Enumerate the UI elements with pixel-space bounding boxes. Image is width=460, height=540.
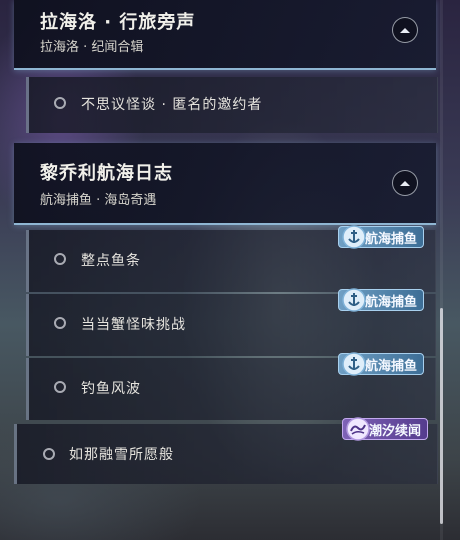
quest-label: 不思议怪谈 · 匿名的邀约者: [81, 97, 263, 113]
quest-tag-tide: 潮汐续闻: [342, 417, 429, 441]
group-subtitle: 航海捕鱼 · 海岛奇遇: [40, 193, 157, 208]
chevron-up-icon: [400, 181, 410, 186]
group-title: 黎乔利航海日志: [40, 163, 173, 184]
quest-tag-fishing: 航海捕鱼: [338, 225, 425, 249]
group-title: 拉海洛 · 行旅旁声: [40, 12, 196, 33]
quest-tag-fishing: 航海捕鱼: [338, 352, 425, 376]
wave-icon: [346, 417, 370, 441]
tag-label: 潮汐续闻: [369, 423, 422, 439]
radio-circle-icon[interactable]: [54, 253, 66, 265]
radio-circle-icon[interactable]: [54, 381, 66, 393]
quest-group-header-lahailuo[interactable]: 拉海洛 · 行旅旁声 拉海洛 · 纪闻合辑: [14, 0, 436, 70]
quest-label: 整点鱼条: [81, 253, 141, 269]
chevron-up-icon: [400, 28, 410, 33]
quest-tag-fishing: 航海捕鱼: [338, 288, 425, 312]
quest-label: 如那融雪所愿般: [69, 447, 174, 463]
collapse-button[interactable]: [392, 17, 418, 43]
quest-group-header-lizhaoli[interactable]: 黎乔利航海日志 航海捕鱼 · 海岛奇遇: [14, 143, 436, 225]
radio-circle-icon[interactable]: [54, 317, 66, 329]
group-subtitle: 拉海洛 · 纪闻合辑: [40, 40, 144, 55]
collapse-button[interactable]: [392, 170, 418, 196]
radio-circle-icon[interactable]: [54, 97, 66, 109]
quest-label: 钓鱼风波: [81, 381, 141, 397]
tag-label: 航海捕鱼: [365, 358, 418, 374]
quest-label: 当当蟹怪味挑战: [81, 317, 186, 333]
tag-label: 航海捕鱼: [365, 294, 418, 310]
anchor-icon: [342, 225, 366, 249]
quest-item[interactable]: 不思议怪谈 · 匿名的邀约者: [26, 77, 438, 133]
scrollbar-thumb[interactable]: [440, 308, 443, 524]
anchor-icon: [342, 352, 366, 376]
anchor-icon: [342, 288, 366, 312]
radio-circle-icon[interactable]: [43, 448, 55, 460]
tag-label: 航海捕鱼: [365, 231, 418, 247]
